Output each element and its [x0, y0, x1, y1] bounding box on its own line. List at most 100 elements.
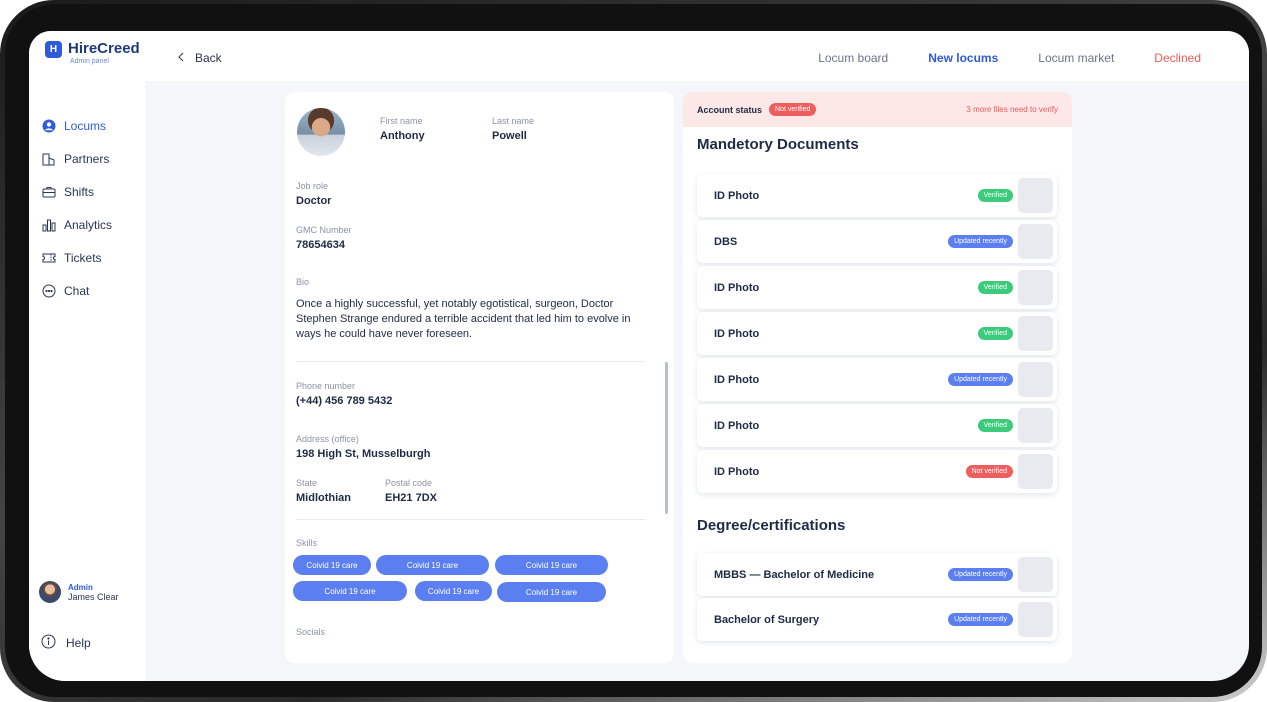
sidebar-item-chat[interactable]: Chat — [41, 274, 112, 307]
sidebar-item-label: Partners — [64, 151, 110, 166]
mandatory-documents-title: Mandetory Documents — [697, 136, 859, 153]
document-thumbnail[interactable] — [1018, 224, 1053, 259]
tab-locum-market[interactable]: Locum market — [1038, 51, 1114, 65]
document-thumbnail[interactable] — [1018, 557, 1053, 592]
document-row[interactable]: Bachelor of Surgery Updated recently — [697, 598, 1057, 641]
job-role-label: Job role — [296, 181, 329, 191]
document-thumbnail[interactable] — [1018, 270, 1053, 305]
sidebar-item-tickets[interactable]: Tickets — [41, 241, 112, 274]
tab-declined[interactable]: Declined — [1154, 51, 1201, 65]
status-badge: Not verified — [965, 465, 1013, 478]
document-name: DBS — [714, 235, 738, 248]
sidebar-item-partners[interactable]: Partners — [41, 142, 112, 175]
help-label: Help — [66, 636, 91, 650]
app-screen: H HireCreed Admin panel Locums Partners … — [29, 31, 1249, 681]
bio-label: Bio — [296, 277, 310, 287]
document-row[interactable]: ID Photo Not verified — [697, 450, 1057, 493]
sidebar-item-label: Tickets — [64, 250, 102, 265]
help-link[interactable]: Help — [41, 634, 91, 652]
document-row[interactable]: DBS Updated recently — [697, 220, 1057, 263]
status-badge: Verified — [977, 327, 1013, 340]
document-thumbnail[interactable] — [1018, 316, 1053, 351]
skill-chip[interactable]: Coivid 19 care — [293, 555, 371, 575]
back-button[interactable]: Back — [177, 51, 222, 65]
status-badge: Verified — [977, 281, 1013, 294]
status-badge: Updated recently — [948, 235, 1013, 248]
status-badge: Verified — [977, 419, 1013, 432]
scrollbar[interactable] — [665, 362, 668, 514]
info-icon — [41, 634, 56, 652]
first-name-label: First name — [380, 116, 423, 126]
document-thumbnail[interactable] — [1018, 178, 1053, 213]
document-name: ID Photo — [714, 327, 760, 340]
back-label: Back — [195, 51, 222, 65]
address-label: Address (office) — [296, 434, 359, 444]
ticket-icon — [41, 250, 56, 265]
document-row[interactable]: ID Photo Verified — [697, 404, 1057, 447]
skill-chip[interactable]: Coivid 19 care — [293, 581, 407, 601]
address-value: 198 High St, Musselburgh — [296, 448, 431, 460]
documents-card: Account status Not verified 3 more files… — [683, 92, 1072, 663]
skill-chip[interactable]: Coivid 19 care — [415, 581, 492, 601]
state-label: State — [296, 478, 318, 488]
document-row[interactable]: ID Photo Verified — [697, 266, 1057, 309]
document-name: ID Photo — [714, 281, 760, 294]
sidebar-item-label: Shifts — [64, 184, 95, 199]
document-thumbnail[interactable] — [1018, 408, 1053, 443]
gmc-label: GMC Number — [296, 225, 352, 235]
current-user[interactable]: Admin James Clear — [39, 581, 119, 603]
gmc-value: 78654634 — [296, 239, 345, 251]
postal-code-value: EH21 7DX — [385, 492, 437, 504]
degree-certifications-title: Degree/certifications — [697, 517, 846, 534]
document-row[interactable]: ID Photo Verified — [697, 174, 1057, 217]
skill-chip[interactable]: Coivid 19 care — [376, 555, 489, 575]
user-circle-icon — [41, 118, 56, 133]
account-status-label: Account status — [697, 104, 763, 115]
locum-tabs: Locum board New locums Locum market Decl… — [778, 51, 1201, 65]
building-icon — [41, 151, 56, 166]
app-name: HireCreed — [68, 40, 140, 57]
first-name-value: Anthony — [380, 130, 425, 142]
briefcase-icon — [41, 184, 56, 199]
document-name: ID Photo — [714, 189, 760, 202]
avatar — [39, 581, 61, 603]
document-name: MBBS — Bachelor of Medicine — [714, 568, 875, 581]
document-name: ID Photo — [714, 373, 760, 386]
skills-label: Skills — [296, 538, 318, 548]
status-badge: Updated recently — [948, 613, 1013, 626]
document-row[interactable]: MBBS — Bachelor of Medicine Updated rece… — [697, 553, 1057, 596]
document-name: ID Photo — [714, 465, 760, 478]
divider — [296, 519, 645, 520]
status-badge: Not verified — [769, 103, 817, 116]
sidebar-item-shifts[interactable]: Shifts — [41, 175, 112, 208]
document-thumbnail[interactable] — [1018, 362, 1053, 397]
sidebar-item-label: Analytics — [64, 217, 113, 232]
status-badge: Updated recently — [948, 568, 1013, 581]
logo[interactable]: H HireCreed Admin panel — [45, 40, 140, 66]
document-name: ID Photo — [714, 419, 760, 432]
profile-avatar — [297, 108, 345, 156]
account-status-bar: Account status Not verified 3 more files… — [683, 92, 1072, 127]
socials-label: Socials — [296, 627, 326, 637]
state-value: Midlothian — [296, 492, 351, 504]
document-row[interactable]: ID Photo Verified — [697, 312, 1057, 355]
status-note: 3 more files need to verify — [966, 105, 1058, 114]
document-thumbnail[interactable] — [1018, 602, 1053, 637]
user-role: Admin — [68, 582, 93, 592]
divider — [296, 361, 645, 362]
skill-chip[interactable]: Coivid 19 care — [497, 582, 606, 602]
device-frame: H HireCreed Admin panel Locums Partners … — [0, 0, 1267, 702]
status-badge: Updated recently — [948, 373, 1013, 386]
device-bezel: H HireCreed Admin panel Locums Partners … — [5, 4, 1262, 697]
phone-value: (+44) 456 789 5432 — [296, 395, 393, 407]
chat-bubble-icon — [41, 283, 56, 298]
last-name-value: Powell — [492, 130, 527, 142]
skill-chip[interactable]: Coivid 19 care — [495, 555, 608, 575]
sidebar-item-locums[interactable]: Locums — [41, 109, 112, 142]
sidebar-item-analytics[interactable]: Analytics — [41, 208, 112, 241]
document-thumbnail[interactable] — [1018, 454, 1053, 489]
document-row[interactable]: ID Photo Updated recently — [697, 358, 1057, 401]
tab-locum-board[interactable]: Locum board — [818, 51, 888, 65]
tab-new-locums[interactable]: New locums — [928, 51, 998, 65]
sidebar: H HireCreed Admin panel Locums Partners … — [29, 31, 145, 681]
